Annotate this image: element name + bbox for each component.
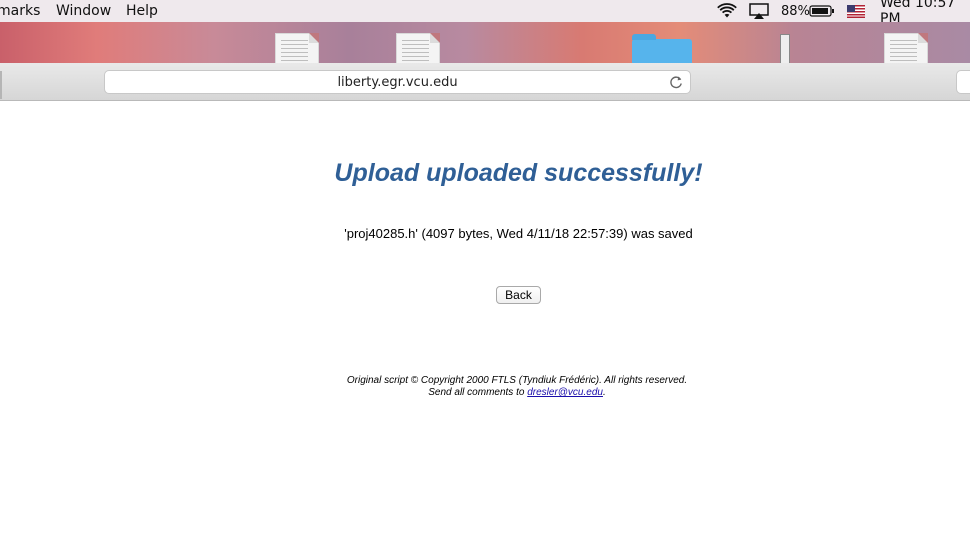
document-icon[interactable] [396,33,440,63]
document-icon[interactable] [884,33,928,63]
footer: Original script © Copyright 2000 FTLS (T… [0,375,970,399]
battery-percent: 88% [781,3,810,19]
url-text: liberty.egr.vcu.edu [337,74,458,90]
document-icon[interactable] [780,34,790,63]
saved-message: 'proj40285.h' (4097 bytes, Wed 4/11/18 2… [344,226,693,241]
menu-bookmarks[interactable]: marks [0,3,40,19]
comments-suffix: . [602,387,606,398]
page-title: Upload uploaded successfully! [334,159,703,187]
airplay-icon[interactable] [749,0,769,22]
address-bar[interactable]: liberty.egr.vcu.edu [104,70,691,94]
us-flag-icon[interactable] [847,0,865,22]
email-link[interactable]: dresler@vcu.edu [527,387,603,398]
menu-clock[interactable]: Wed 10:57 PM [880,0,970,27]
desktop-background [0,22,970,63]
folder-icon[interactable] [632,34,692,63]
page-content: Upload uploaded successfully! 'proj40285… [0,101,970,536]
toolbar-edge [0,71,2,99]
comments-line: Send all comments to dresler@vcu.edu. [0,387,970,399]
menu-window[interactable]: Window [56,3,111,19]
menu-bar: marks Window Help 88% Wed 10:57 PM [0,0,970,27]
copyright-text: Original script © Copyright 2000 FTLS (T… [346,375,688,386]
menu-help[interactable]: Help [126,3,158,19]
wifi-icon[interactable] [716,0,738,22]
reload-icon[interactable] [668,74,684,90]
toolbar-button[interactable] [956,70,970,94]
back-button[interactable]: Back [496,286,541,304]
browser-toolbar: liberty.egr.vcu.edu [0,63,970,101]
battery-icon[interactable] [809,0,835,22]
comments-prefix: Send all comments to [428,387,528,398]
document-icon[interactable] [275,33,319,63]
